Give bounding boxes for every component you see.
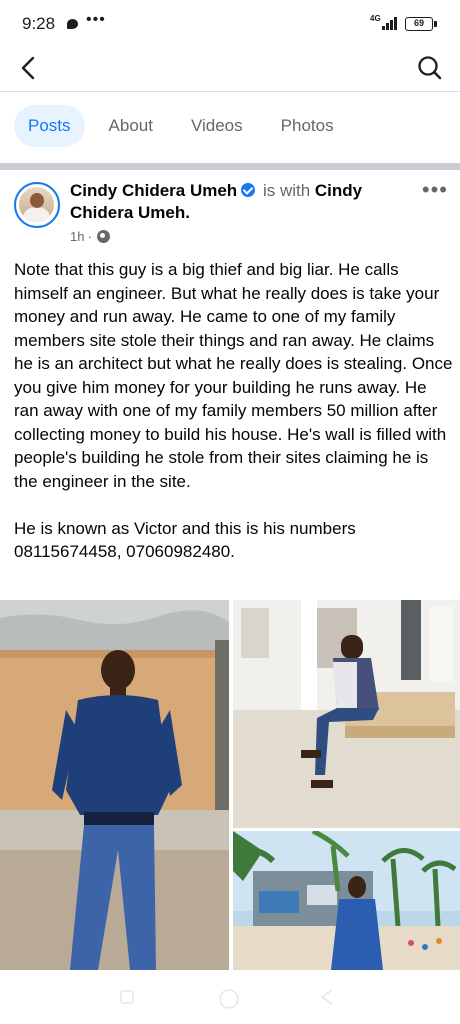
signal-icon [382,16,400,30]
more-notifications-icon: ••• [86,11,106,28]
post-photo-1[interactable] [0,600,229,970]
back-nav-icon[interactable] [318,988,338,1006]
author-avatar[interactable] [14,182,60,228]
verified-badge-icon [241,183,256,197]
back-button[interactable] [12,52,48,84]
search-button[interactable] [412,52,448,84]
home-icon[interactable] [218,988,240,1010]
post-time[interactable]: 1h [70,229,84,244]
chat-notification-icon [67,19,78,29]
tab-posts[interactable]: Posts [14,105,85,147]
section-divider [0,163,460,170]
photo-man-standing-by-wall [0,600,229,970]
status-time: 9:28 [22,14,56,33]
meta-separator: · [87,229,92,244]
network-type: 4G [370,14,381,23]
tab-photos[interactable]: Photos [267,105,348,147]
post-text: Note that this guy is a big thief and bi… [14,260,453,561]
system-nav-bar [0,972,460,1024]
battery-level: 69 [405,17,437,31]
top-nav [0,50,460,90]
with-text: is with [262,181,311,200]
post-meta: 1h · [70,229,113,244]
status-bar: 9:28 ••• 4G 69 [0,0,460,50]
author-name[interactable]: Cindy Chidera Umeh [70,181,237,200]
photo-man-sitting-on-pallet [233,600,460,828]
tab-about[interactable]: About [95,105,167,147]
post-photo-3[interactable] [233,831,460,970]
post-header: Cindy Chidera Umeh is with Cindy Chidera… [70,180,390,224]
nav-divider [0,91,460,92]
tagged-suffix: . [185,203,190,222]
post-photo-2[interactable] [233,600,460,828]
tab-videos[interactable]: Videos [177,105,257,147]
profile-tabs: Posts About Videos Photos [14,104,358,148]
photo-man-on-beach [233,831,460,970]
search-icon [418,56,442,80]
chevron-left-icon [21,56,35,80]
recent-apps-icon[interactable] [118,988,136,1006]
globe-icon [96,230,110,243]
more-options-button[interactable]: ••• [422,179,448,201]
